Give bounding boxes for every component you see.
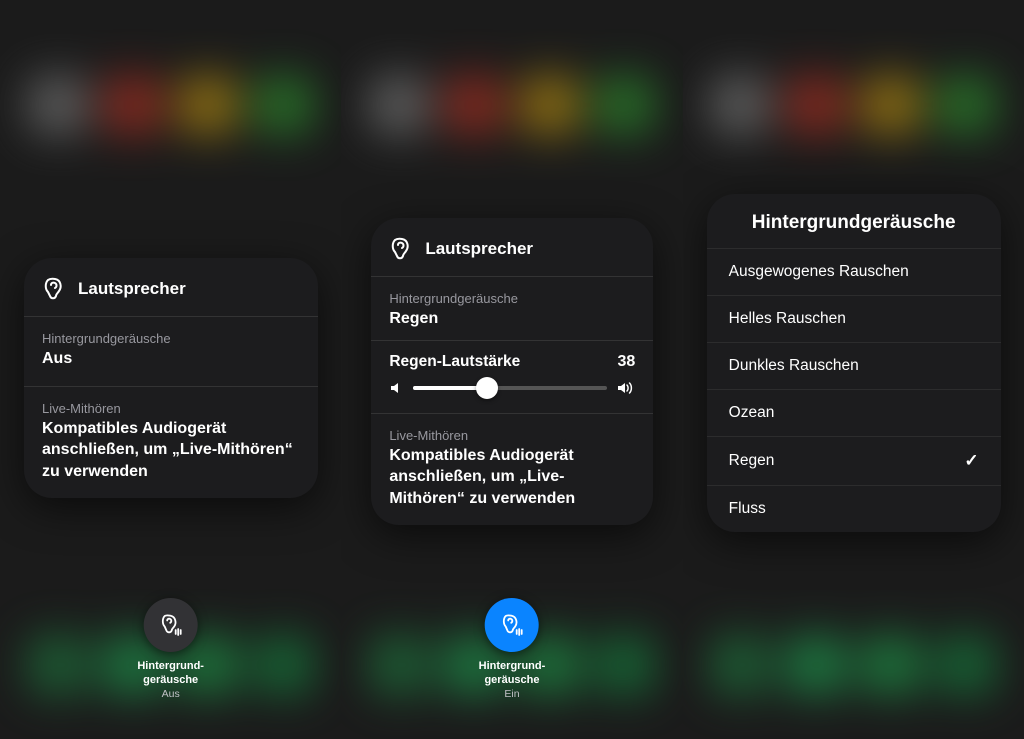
cc-status: Ein <box>479 688 546 700</box>
cc-label-line1: Hintergrund- <box>137 660 204 674</box>
live-value: Kompatibles Audiogerät anschließen, um „… <box>389 445 635 510</box>
volume-high-icon <box>617 381 635 395</box>
background-sounds-row[interactable]: Hintergrundgeräusche Regen <box>371 277 653 340</box>
bg-value: Aus <box>42 348 300 370</box>
background-sounds-row[interactable]: Hintergrundgeräusche Aus <box>24 317 318 386</box>
hearing-card: Lautsprecher Hintergrundgeräusche Regen … <box>371 218 653 525</box>
sound-option[interactable]: Dunkles Rauschen <box>707 342 1001 389</box>
cc-status: Aus <box>137 688 204 700</box>
blur-row-bottom <box>683 620 1024 710</box>
cc-label-line1: Hintergrund- <box>479 660 546 674</box>
sound-option[interactable]: Regen ✓ <box>707 436 1001 485</box>
blur-row-top <box>341 60 682 150</box>
hearing-card: Lautsprecher Hintergrundgeräusche Aus Li… <box>24 258 318 498</box>
panel-left: Lautsprecher Hintergrundgeräusche Aus Li… <box>0 0 341 739</box>
slider-thumb <box>476 377 498 399</box>
volume-slider-section: Regen-Lautstärke 38 <box>371 341 653 413</box>
slider-label: Regen-Lautstärke <box>389 353 520 371</box>
live-listen-row[interactable]: Live-Mithören Kompatibles Audiogerät ans… <box>371 414 653 526</box>
slider-value: 38 <box>618 353 636 371</box>
blur-row-top <box>683 60 1024 150</box>
ear-sound-icon <box>158 613 184 637</box>
cc-circle <box>485 598 539 652</box>
ear-sound-icon <box>499 613 525 637</box>
live-value: Kompatibles Audiogerät anschließen, um „… <box>42 418 300 483</box>
sound-option-label: Fluss <box>729 500 766 518</box>
cc-hearing-button-on[interactable]: Hintergrund- geräusche Ein <box>479 598 546 700</box>
volume-slider[interactable] <box>413 386 607 390</box>
sound-option[interactable]: Fluss <box>707 485 1001 532</box>
card-title: Lautsprecher <box>78 279 186 299</box>
sound-option-label: Regen <box>729 452 775 470</box>
list-title: Hintergrundgeräusche <box>707 194 1001 248</box>
bg-label: Hintergrundgeräusche <box>42 331 300 346</box>
sound-option-label: Helles Rauschen <box>729 310 846 328</box>
sound-option[interactable]: Helles Rauschen <box>707 295 1001 342</box>
cc-label-line2: geräusche <box>479 674 546 688</box>
ear-icon <box>42 276 66 302</box>
volume-low-icon <box>389 381 403 395</box>
live-label: Live-Mithören <box>389 428 635 443</box>
card-title: Lautsprecher <box>425 239 533 259</box>
sound-option[interactable]: Ausgewogenes Rauschen <box>707 248 1001 295</box>
cc-label-line2: geräusche <box>137 674 204 688</box>
checkmark-icon: ✓ <box>964 451 978 471</box>
sound-option-label: Ausgewogenes Rauschen <box>729 263 909 281</box>
cc-hearing-button-off[interactable]: Hintergrund- geräusche Aus <box>137 598 204 700</box>
panel-right: Hintergrundgeräusche Ausgewogenes Rausch… <box>683 0 1024 739</box>
sounds-list-card: Hintergrundgeräusche Ausgewogenes Rausch… <box>707 194 1001 532</box>
cc-circle <box>144 598 198 652</box>
stage: Lautsprecher Hintergrundgeräusche Aus Li… <box>0 0 1024 739</box>
live-listen-row[interactable]: Live-Mithören Kompatibles Audiogerät ans… <box>24 387 318 499</box>
panel-center: Lautsprecher Hintergrundgeräusche Regen … <box>341 0 682 739</box>
card-header: Lautsprecher <box>371 218 653 276</box>
sound-list: Ausgewogenes Rauschen Helles Rauschen Dunk… <box>707 248 1001 532</box>
bg-label: Hintergrundgeräusche <box>389 291 635 306</box>
sound-option-label: Dunkles Rauschen <box>729 357 859 375</box>
blur-row-top <box>0 60 341 150</box>
bg-value: Regen <box>389 308 635 330</box>
ear-icon <box>389 236 413 262</box>
sound-option-label: Ozean <box>729 404 775 422</box>
sound-option[interactable]: Ozean <box>707 389 1001 436</box>
live-label: Live-Mithören <box>42 401 300 416</box>
card-header: Lautsprecher <box>24 258 318 316</box>
